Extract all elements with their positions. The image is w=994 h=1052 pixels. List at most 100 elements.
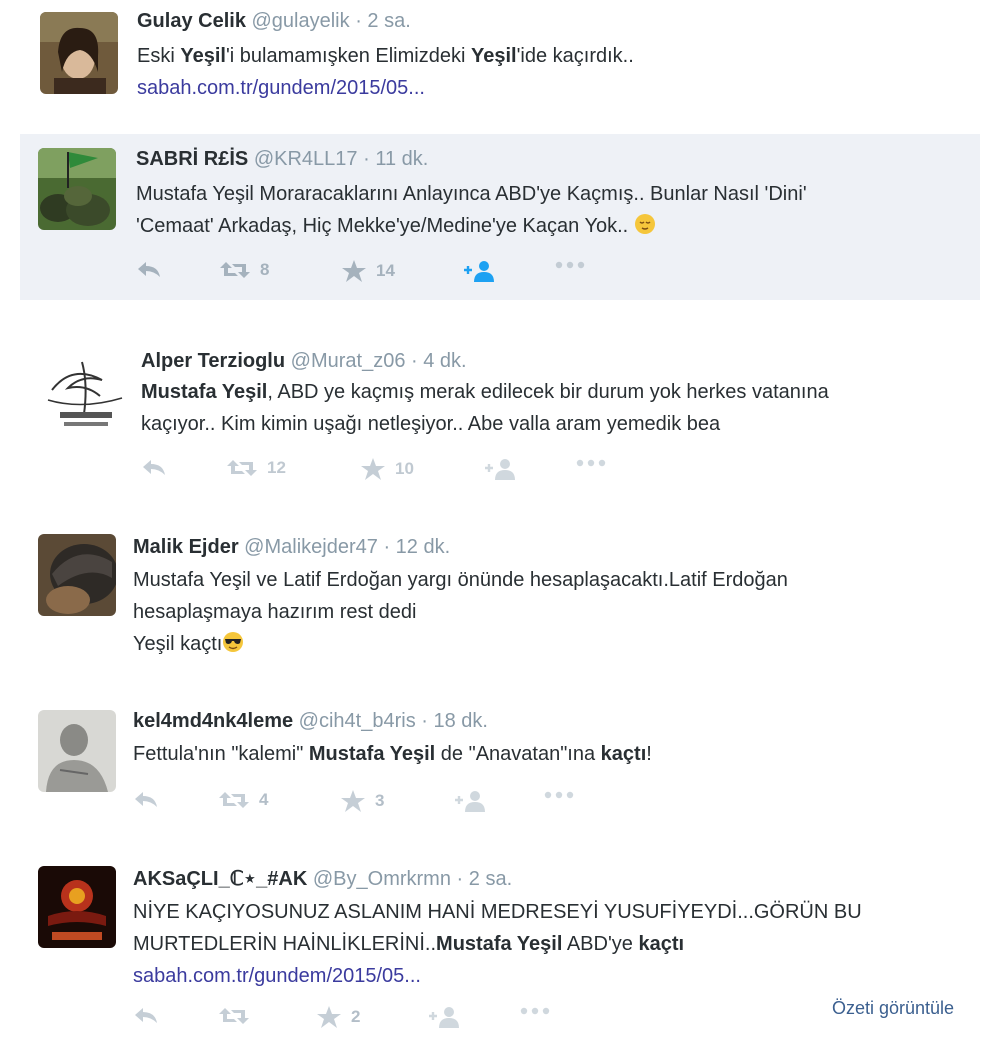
author-name[interactable]: Alper Terzioglu [141, 350, 285, 372]
author-handle[interactable]: @Murat_z06 [291, 350, 406, 372]
tweet-line: Fettula'nın "kalemi" Mustafa Yeşil de "A… [133, 738, 652, 770]
favorite-button[interactable]: 14 [342, 260, 395, 282]
tweet-line: NİYE KAÇIYOSUNUZ ASLANIM HANİ MEDRESEYİ … [133, 896, 862, 928]
tweet-header: AKSaÇLI_ℂ⋆_#AK @By_Omrkrmn · 2 sa. [133, 866, 512, 891]
tweet-header: kel4md4nk4leme @cih4t_b4ris · 18 dk. [133, 710, 488, 733]
tweet-line: Mustafa Yeşil Moraracaklarını Anlayınca … [136, 178, 807, 210]
avatar[interactable] [40, 12, 118, 94]
follow-button[interactable] [485, 458, 517, 480]
retweet-count: 12 [267, 458, 286, 477]
tweet-actions: 8 14 [136, 260, 616, 290]
tweet-text: Fettula'nın "kalemi" Mustafa Yeşil de "A… [133, 738, 652, 770]
reply-icon [138, 262, 160, 277]
avatar[interactable] [42, 354, 128, 436]
retweet-button[interactable] [219, 1006, 249, 1026]
star-icon [317, 1006, 341, 1028]
tweet-gulay-celik[interactable]: Gulay Celik @gulayelik · 2 sa. Eski Yeşi… [0, 0, 994, 130]
more-button[interactable] [554, 260, 586, 270]
tweet-time[interactable]: 12 dk. [396, 536, 450, 558]
tweet-actions: 2 [133, 1006, 613, 1036]
author-handle[interactable]: @KR4LL17 [254, 148, 358, 170]
follow-user-icon [429, 1007, 459, 1028]
favorite-count: 14 [376, 261, 395, 280]
tweet-time[interactable]: 4 dk. [423, 350, 466, 372]
author-name[interactable]: AKSaÇLI_ℂ⋆_#AK [133, 868, 307, 890]
author-handle[interactable]: @By_Omrkrmn [313, 868, 451, 890]
separator-dot: · [383, 536, 391, 558]
follow-button[interactable] [455, 790, 487, 812]
star-icon [361, 458, 385, 480]
star-icon [341, 790, 365, 812]
more-button[interactable] [519, 1006, 551, 1016]
tweet-text: Mustafa Yeşil, ABD ye kaçmış merak edile… [141, 376, 829, 440]
separator-dot: · [363, 148, 370, 170]
author-handle[interactable]: @Malikejder47 [244, 536, 378, 558]
tweet-sabri-reis[interactable]: SABRİ R£İS @KR4LL17 · 11 dk. Mustafa Yeş… [20, 134, 980, 300]
text-segment: 'Cemaat' Arkadaş, Hiç Mekke'ye/Medine'ye… [136, 215, 634, 237]
tweet-time[interactable]: 11 dk. [375, 148, 428, 170]
reply-button[interactable] [133, 1006, 159, 1026]
text-segment: 'i bulamamışken Elimizdeki [225, 45, 471, 67]
tweet-text: Mustafa Yeşil Moraracaklarını Anlayınca … [136, 178, 807, 242]
tweet-header: Malik Ejder @Malikejder47 · 12 dk. [133, 536, 450, 559]
favorite-button[interactable]: 10 [361, 458, 414, 480]
retweet-button[interactable]: 4 [219, 790, 268, 810]
avatar[interactable] [38, 866, 116, 948]
retweet-button[interactable]: 12 [227, 458, 286, 478]
tweet-line: Mustafa Yeşil ve Latif Erdoğan yargı önü… [133, 564, 788, 596]
reply-button[interactable] [141, 458, 167, 478]
favorite-count: 10 [395, 459, 414, 478]
more-icon [544, 791, 574, 799]
bold-text-segment: Mustafa Yeşil [308, 743, 436, 765]
text-segment: Mustafa Yeşil Moraracaklarını Anlayınca … [136, 183, 807, 205]
author-name[interactable]: Gulay Celik [137, 10, 246, 32]
text-segment: ! [646, 743, 652, 765]
tweet-text: NİYE KAÇIYOSUNUZ ASLANIM HANİ MEDRESEYİ … [133, 896, 862, 992]
reply-icon [135, 792, 157, 807]
text-segment: Fettula'nın "kalemi" [133, 743, 309, 765]
tweet-time[interactable]: 2 sa. [469, 868, 512, 890]
follow-button[interactable] [464, 260, 496, 282]
text-segment: ABD'ye [562, 933, 639, 955]
more-button[interactable] [543, 790, 575, 800]
tweet-alper-terzioglu[interactable]: Alper Terzioglu @Murat_z06 · 4 dk. Musta… [0, 330, 994, 500]
bold-text-segment: Yeşil [470, 45, 517, 67]
favorite-button[interactable]: 3 [341, 790, 384, 812]
author-name[interactable]: kel4md4nk4leme [133, 710, 293, 732]
text-segment: Mustafa Yeşil ve Latif Erdoğan yargı önü… [133, 569, 788, 591]
retweet-icon [219, 792, 249, 808]
more-icon [555, 261, 585, 269]
tweet-link[interactable]: sabah.com.tr/gundem/2015/05... [133, 960, 862, 992]
bold-text-segment: Mustafa Yeşil [141, 381, 268, 403]
tweet-kel4md4nk4leme[interactable]: kel4md4nk4leme @cih4t_b4ris · 18 dk. Fet… [0, 690, 994, 840]
avatar[interactable] [38, 710, 116, 792]
tweet-link[interactable]: sabah.com.tr/gundem/2015/05... [137, 72, 634, 104]
tweet-time[interactable]: 2 sa. [367, 10, 410, 32]
reply-button[interactable] [136, 260, 162, 280]
follow-user-icon [464, 261, 494, 282]
follow-user-icon [485, 459, 515, 480]
view-summary-link[interactable]: Özeti görüntüle [832, 998, 954, 1019]
more-button[interactable] [575, 458, 607, 468]
tweet-malik-ejder[interactable]: Malik Ejder @Malikejder47 · 12 dk. Musta… [0, 520, 994, 680]
reply-button[interactable] [133, 790, 159, 810]
avatar[interactable] [38, 148, 116, 230]
follow-user-icon [455, 791, 485, 812]
tweet-time[interactable]: 18 dk. [434, 710, 488, 732]
retweet-icon [227, 460, 257, 476]
follow-button[interactable] [429, 1006, 461, 1028]
author-name[interactable]: SABRİ R£İS [136, 148, 248, 170]
tweet-aksacli[interactable]: AKSaÇLI_ℂ⋆_#AK @By_Omrkrmn · 2 sa. NİYE … [0, 850, 994, 1052]
avatar[interactable] [38, 534, 116, 616]
separator-dot: · [421, 710, 428, 732]
star-icon [342, 260, 366, 282]
author-name[interactable]: Malik Ejder [133, 536, 239, 558]
retweet-button[interactable]: 8 [220, 260, 269, 280]
favorite-button[interactable]: 2 [317, 1006, 360, 1028]
author-handle[interactable]: @gulayelik [252, 10, 350, 32]
text-segment: , ABD ye kaçmış merak edilecek bir durum… [267, 381, 829, 403]
author-handle[interactable]: @cih4t_b4ris [299, 710, 416, 732]
tweet-line: MURTEDLERİN HAİNLİKLERİNİ..Mustafa Yeşil… [133, 928, 862, 960]
bold-text-segment: Yeşil [180, 45, 226, 67]
relieved-emoji-icon [634, 214, 655, 234]
